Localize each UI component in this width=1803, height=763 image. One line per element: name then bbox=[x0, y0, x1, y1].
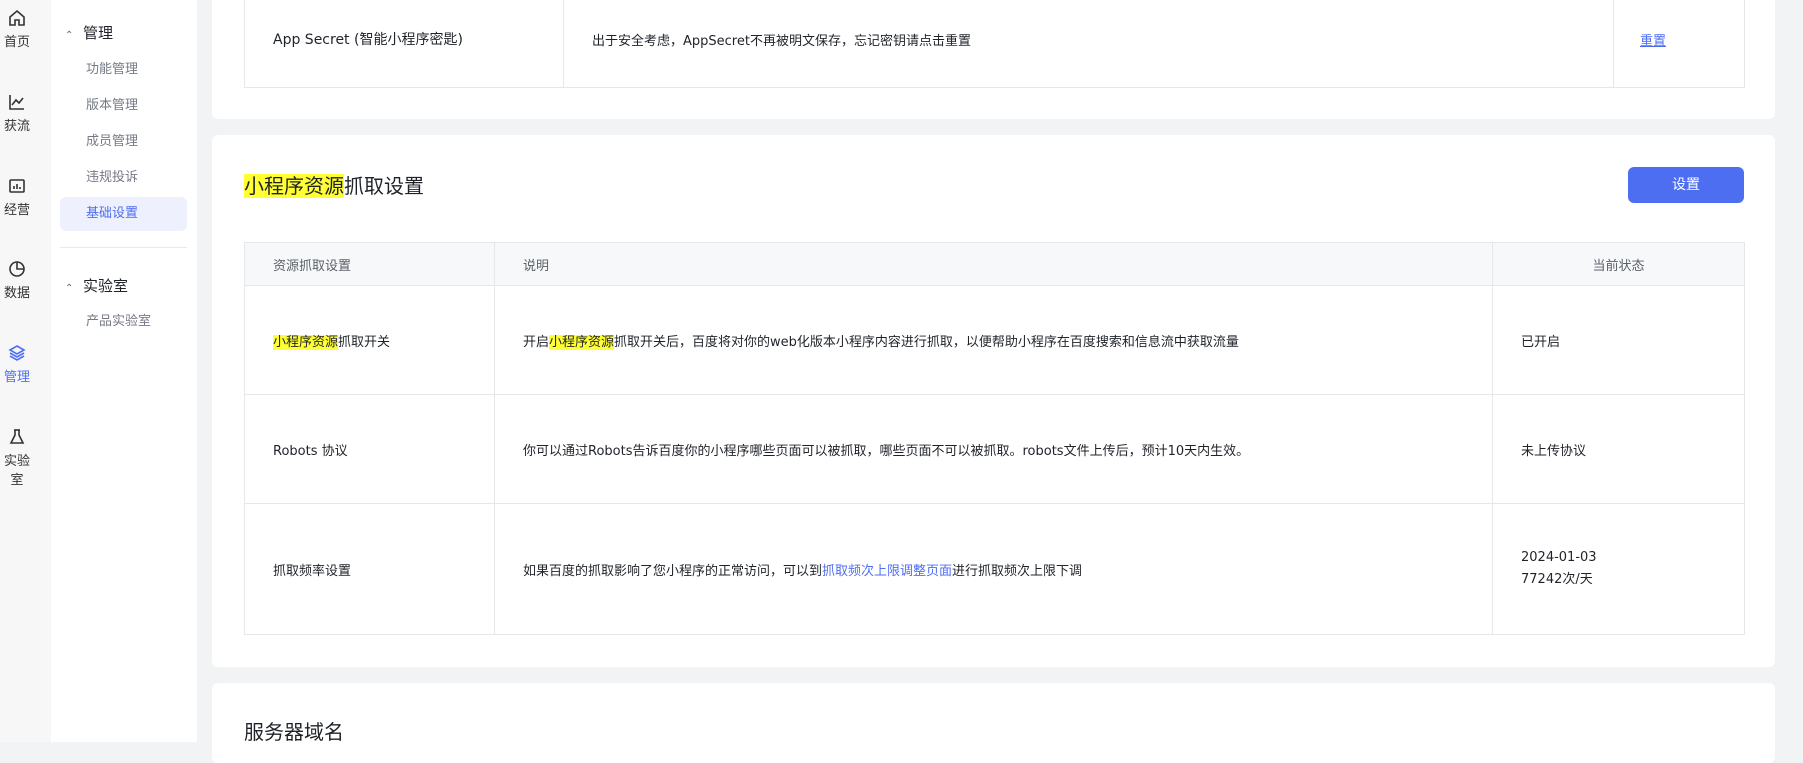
row1-desc-post: 抓取开关后，百度将对你的web化版本小程序内容进行抓取，以便帮助小程序在百度搜索… bbox=[614, 334, 1239, 350]
row3-desc-pre: 如果百度的抓取影响了您小程序的正常访问，可以到 bbox=[523, 563, 823, 579]
server-domain-title: 服务器域名 bbox=[244, 720, 344, 744]
row3-desc-post: 进行抓取频次上限下调 bbox=[952, 563, 1083, 579]
rail-manage[interactable]: 管理 bbox=[0, 343, 34, 385]
row2-status: 未上传协议 bbox=[1492, 394, 1745, 504]
chevron-up-icon: ⌃ bbox=[65, 283, 74, 294]
nav-item-version-manage[interactable]: 版本管理 bbox=[60, 89, 187, 123]
row2-desc: 你可以通过Robots告诉百度你的小程序哪些页面可以被抓取，哪些页面不可以被抓取… bbox=[494, 394, 1493, 504]
rail-label-traffic: 获流 bbox=[3, 119, 30, 134]
rail-data[interactable]: 数据 bbox=[0, 259, 34, 301]
header-resource: 资源抓取设置 bbox=[244, 242, 495, 286]
row3-name: 抓取频率设置 bbox=[244, 503, 495, 635]
rail-label-lab: 实验室 bbox=[3, 454, 30, 488]
title-rest: 抓取设置 bbox=[344, 174, 424, 198]
nav-group-manage-label: 管理 bbox=[83, 24, 114, 42]
header-description: 说明 bbox=[494, 242, 1493, 286]
nav-item-violation-complaint[interactable]: 违规投诉 bbox=[60, 161, 187, 195]
home-icon bbox=[9, 9, 25, 26]
crawl-settings-card: 小程序资源抓取设置 设置 资源抓取设置 说明 当前状态 小程序资源抓取开关 开启… bbox=[212, 135, 1775, 667]
layers-icon bbox=[8, 345, 26, 361]
app-secret-table: App Secret (智能小程序密匙) 出于安全考虑，AppSecret不再被… bbox=[244, 0, 1745, 88]
row1-desc-hl: 小程序资源 bbox=[549, 334, 615, 350]
rail-label-data: 数据 bbox=[3, 286, 30, 301]
header-status: 当前状态 bbox=[1492, 242, 1745, 286]
title-highlight: 小程序资源 bbox=[244, 174, 344, 198]
crawl-settings-table: 资源抓取设置 说明 当前状态 小程序资源抓取开关 开启小程序资源抓取开关后，百度… bbox=[244, 242, 1745, 635]
rail-traffic[interactable]: 获流 bbox=[0, 92, 34, 134]
app-secret-label: App Secret (智能小程序密匙) bbox=[244, 0, 564, 88]
rail-label-home: 首页 bbox=[3, 35, 30, 50]
trend-icon bbox=[9, 95, 24, 110]
table-row: Robots 协议 你可以通过Robots告诉百度你的小程序哪些页面可以被抓取，… bbox=[244, 394, 1745, 504]
table-header-row: 资源抓取设置 说明 当前状态 bbox=[244, 242, 1745, 286]
rail-home[interactable]: 首页 bbox=[0, 8, 34, 50]
row1-desc-pre: 开启 bbox=[523, 334, 550, 350]
nav-item-member-manage[interactable]: 成员管理 bbox=[60, 125, 187, 159]
row1-name-rest: 抓取开关 bbox=[338, 334, 391, 350]
flask-icon bbox=[9, 429, 25, 444]
secondary-nav: ⌃ 管理 功能管理 版本管理 成员管理 违规投诉 基础设置 ⌃ 实验室 产品实验室 bbox=[51, 0, 197, 742]
nav-group-manage[interactable]: ⌃ 管理 bbox=[65, 22, 113, 43]
nav-item-feature-manage[interactable]: 功能管理 bbox=[60, 53, 187, 87]
icon-rail: 首页 获流 经营 数据 管理 实验室 bbox=[0, 0, 52, 742]
row3-status-rate: 77242次/天 bbox=[1521, 572, 1593, 587]
crawl-settings-title: 小程序资源抓取设置 bbox=[244, 170, 424, 199]
row1-name-hl: 小程序资源 bbox=[273, 334, 339, 350]
app-secret-desc: 出于安全考虑，AppSecret不再被明文保存，忘记密钥请点击重置 bbox=[563, 0, 1614, 88]
nav-item-product-lab[interactable]: 产品实验室 bbox=[60, 305, 187, 339]
rail-business[interactable]: 经营 bbox=[0, 176, 34, 218]
table-row: App Secret (智能小程序密匙) 出于安全考虑，AppSecret不再被… bbox=[244, 0, 1745, 88]
chevron-up-icon: ⌃ bbox=[65, 30, 74, 41]
row1-status: 已开启 bbox=[1492, 285, 1745, 395]
rail-label-manage: 管理 bbox=[3, 370, 30, 385]
nav-item-basic-settings[interactable]: 基础设置 bbox=[60, 197, 187, 231]
table-row: 抓取频率设置 如果百度的抓取影响了您小程序的正常访问，可以到抓取频次上限调整页面… bbox=[244, 503, 1745, 635]
nav-divider bbox=[60, 247, 187, 248]
server-domain-card: 服务器域名 bbox=[212, 683, 1775, 763]
table-row: 小程序资源抓取开关 开启小程序资源抓取开关后，百度将对你的web化版本小程序内容… bbox=[244, 285, 1745, 395]
row2-name: Robots 协议 bbox=[244, 394, 495, 504]
rail-lab[interactable]: 实验室 bbox=[0, 427, 34, 488]
nav-group-lab[interactable]: ⌃ 实验室 bbox=[65, 275, 128, 296]
app-secret-card: App Secret (智能小程序密匙) 出于安全考虑，AppSecret不再被… bbox=[212, 0, 1775, 119]
row3-status-date: 2024-01-03 bbox=[1521, 550, 1597, 565]
nav-group-lab-label: 实验室 bbox=[83, 277, 129, 295]
rail-label-business: 经营 bbox=[3, 203, 30, 218]
reset-link[interactable]: 重置 bbox=[1640, 34, 1666, 49]
chart-box-icon bbox=[9, 179, 25, 193]
settings-button[interactable]: 设置 bbox=[1628, 167, 1744, 203]
crawl-limit-link[interactable]: 抓取频次上限调整页面 bbox=[822, 564, 952, 579]
pie-icon bbox=[9, 261, 25, 277]
